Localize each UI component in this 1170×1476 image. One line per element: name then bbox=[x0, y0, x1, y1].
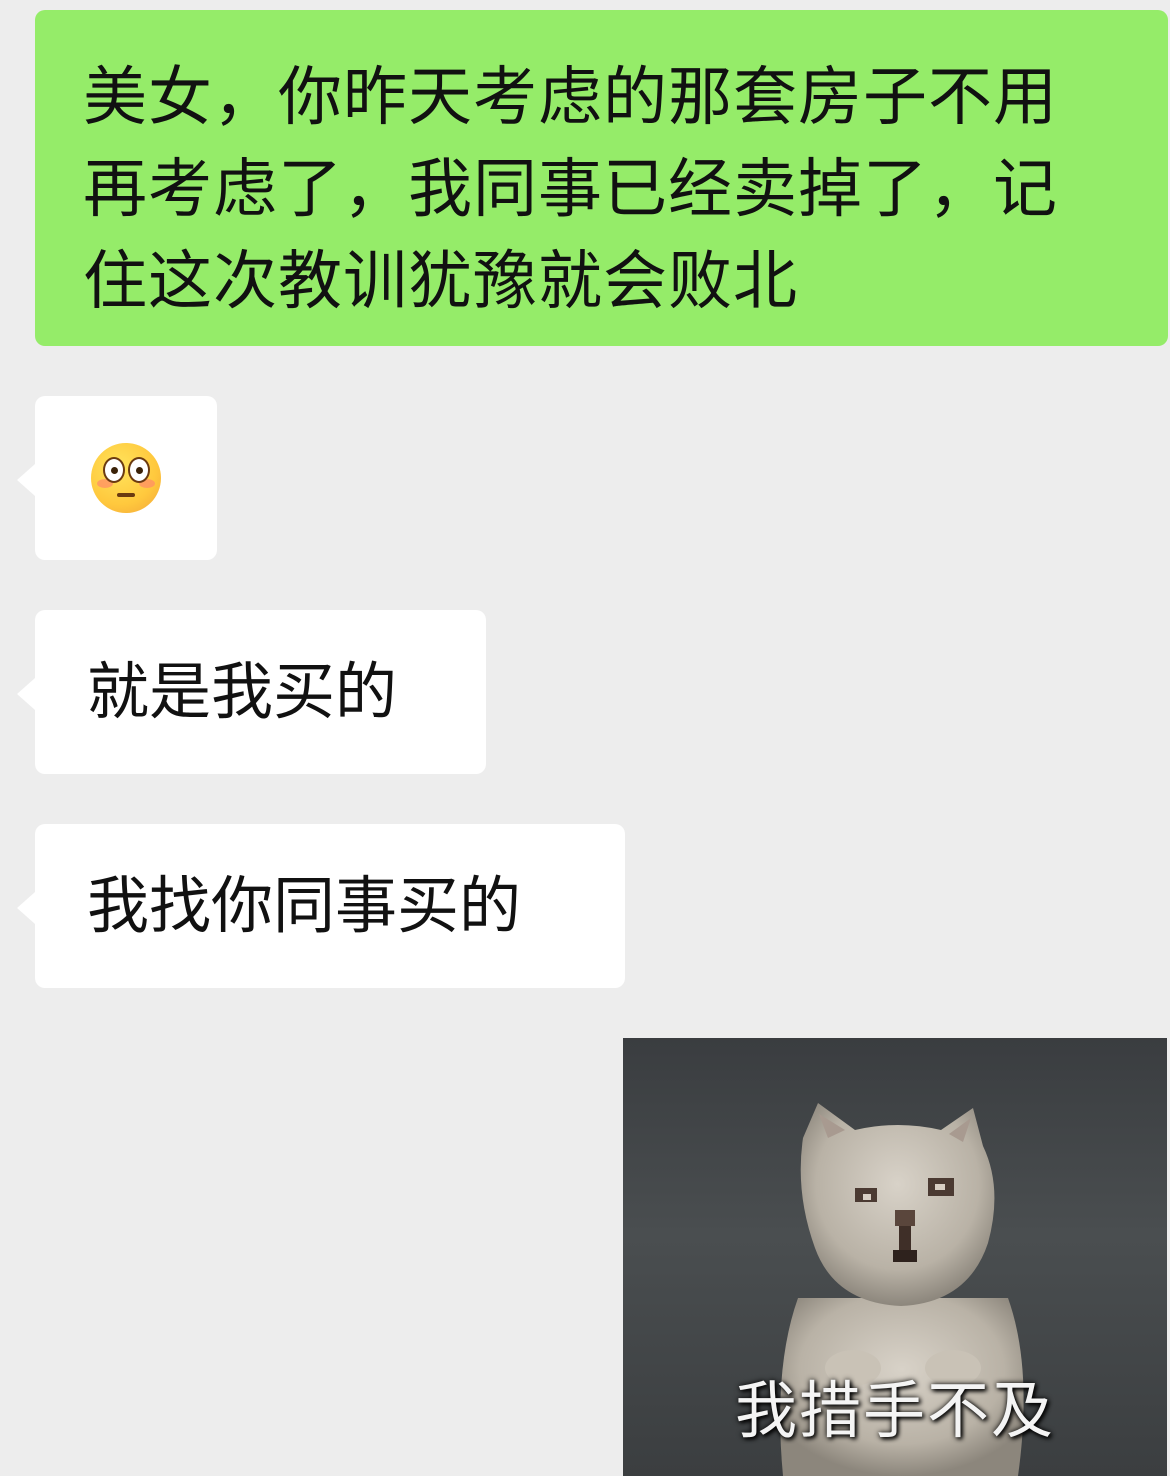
received-emoji-bubble[interactable] bbox=[17, 396, 217, 560]
cat-meme-sticker[interactable]: 我措手不及 bbox=[623, 1038, 1167, 1476]
message-line: 美女，你昨天考虑的那套房子不用 bbox=[83, 61, 1058, 135]
sticker-caption: 我措手不及 bbox=[734, 1374, 1055, 1447]
flushed-face-emoji-icon bbox=[91, 443, 161, 513]
message-text: 我找你同事买的 bbox=[87, 869, 522, 942]
sent-message-bubble[interactable]: 美女，你昨天考虑的那套房子不用 再考虑了，我同事已经卖掉了，记 住这次教训犹豫就… bbox=[35, 10, 1168, 346]
received-message-bubble[interactable]: 我找你同事买的 bbox=[17, 824, 625, 988]
message-line: 再考虑了，我同事已经卖掉了，记 bbox=[83, 153, 1058, 227]
received-message-bubble[interactable]: 就是我买的 bbox=[17, 610, 486, 774]
message-text: 就是我买的 bbox=[87, 655, 398, 728]
message-line: 住这次教训犹豫就会败北 bbox=[83, 245, 798, 319]
